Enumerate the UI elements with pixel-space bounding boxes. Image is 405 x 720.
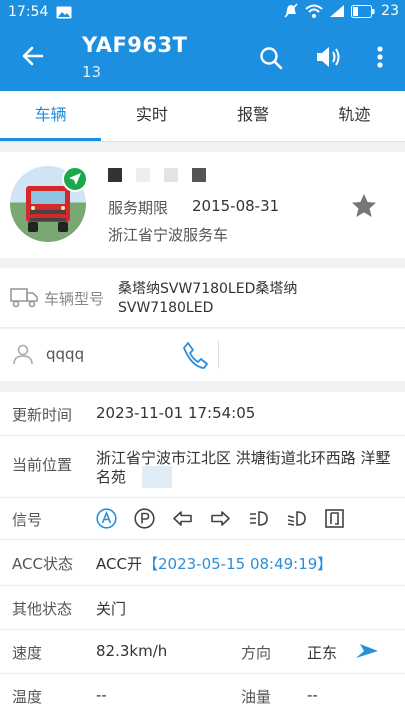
signal-icons xyxy=(96,508,345,529)
parking-icon xyxy=(134,508,155,529)
tab-track[interactable]: 轨迹 xyxy=(304,91,405,141)
acc-value: ACC开 xyxy=(96,555,142,573)
search-icon[interactable] xyxy=(258,45,284,71)
user-icon xyxy=(13,344,33,365)
page-subtitle: 13 xyxy=(82,63,102,81)
driver-row: qqqq xyxy=(0,329,405,381)
divider xyxy=(218,341,219,369)
tab-bar: 车辆 实时 报警 轨迹 xyxy=(0,91,405,142)
tab-alarm[interactable]: 报警 xyxy=(203,91,304,141)
service-period-label: 服务期限 xyxy=(108,199,169,217)
acc-label: ACC状态 xyxy=(12,555,73,573)
signal-label: 信号 xyxy=(12,511,43,529)
other-status-row: 其他状态 关门 xyxy=(0,586,405,630)
signal-icon xyxy=(330,5,345,17)
tab-realtime[interactable]: 实时 xyxy=(101,91,202,141)
location-label: 当前位置 xyxy=(12,456,73,474)
update-time-value: 2023-11-01 17:54:05 xyxy=(96,404,256,422)
more-icon[interactable] xyxy=(372,43,388,71)
location-value[interactable]: 浙江省宁波市江北区 洪塘街道北环西路 洋墅名苑 xyxy=(96,449,396,487)
gallery-notification-icon xyxy=(56,6,72,19)
vehicle-model-row: 车辆型号 桑塔纳SVW7180LED桑塔纳SVW7180LED xyxy=(0,268,405,328)
mask-block xyxy=(136,168,150,182)
battery-level: 23 xyxy=(381,3,399,19)
temp-oil-row: 温度 -- 油量 -- xyxy=(0,674,405,720)
back-arrow-icon[interactable] xyxy=(20,43,46,69)
signal-row: 信号 xyxy=(0,498,405,540)
temperature-label: 温度 xyxy=(12,688,43,706)
high-beam-icon xyxy=(250,511,268,526)
speed-row: 速度 82.3km/h 方向 正东 xyxy=(0,630,405,674)
locate-icon[interactable] xyxy=(62,166,88,192)
direction-arrow-icon xyxy=(356,644,378,658)
update-time-label: 更新时间 xyxy=(12,406,73,424)
speed-label: 速度 xyxy=(12,644,43,662)
page-title: YAF963T xyxy=(82,33,188,57)
right-turn-icon xyxy=(211,511,230,526)
service-period-date: 2015-08-31 xyxy=(192,197,280,215)
oil-label: 油量 xyxy=(241,688,272,706)
service-org: 浙江省宁波服务车 xyxy=(108,226,229,244)
location-row: 当前位置 浙江省宁波市江北区 洪塘街道北环西路 洋墅名苑 xyxy=(0,436,405,498)
vehicle-model-value: 桑塔纳SVW7180LED桑塔纳SVW7180LED xyxy=(118,281,298,316)
status-time: 17:54 xyxy=(8,4,49,20)
door-icon xyxy=(325,509,344,528)
owner-name-masked xyxy=(108,168,206,182)
left-turn-icon xyxy=(173,511,192,526)
mask-block xyxy=(164,168,178,182)
wifi-icon xyxy=(305,4,323,18)
direction-value: 正东 xyxy=(307,644,338,662)
oil-value: -- xyxy=(307,686,318,704)
battery-icon xyxy=(351,4,375,18)
privacy-mask xyxy=(142,466,172,488)
temperature-value: -- xyxy=(96,686,107,704)
mask-block xyxy=(108,168,122,182)
other-status-label: 其他状态 xyxy=(12,600,73,618)
truck-icon xyxy=(10,288,38,308)
vehicle-model-label: 车辆型号 xyxy=(44,290,105,308)
speed-value: 82.3km/h xyxy=(96,642,168,660)
tab-vehicle[interactable]: 车辆 xyxy=(0,91,102,141)
vehicle-details: 更新时间 2023-11-01 17:54:05 当前位置 浙江省宁波市江北区 … xyxy=(0,392,405,720)
auto-signal-icon xyxy=(96,508,117,529)
low-beam-icon xyxy=(287,511,306,526)
other-status-value: 关门 xyxy=(96,600,127,618)
vehicle-card: 服务期限 2015-08-31 浙江省宁波服务车 xyxy=(0,152,405,258)
status-bar: 17:54 23 xyxy=(0,0,405,25)
direction-label: 方向 xyxy=(241,644,272,662)
driver-name: qqqq xyxy=(46,345,85,363)
update-time-row: 更新时间 2023-11-01 17:54:05 xyxy=(0,392,405,436)
acc-time: 【2023-05-15 08:49:19】 xyxy=(143,555,333,573)
acc-row: ACC状态 ACC开 【2023-05-15 08:49:19】 xyxy=(0,540,405,586)
mute-icon xyxy=(284,3,298,18)
favorite-star-icon[interactable] xyxy=(350,192,378,220)
mask-block xyxy=(192,168,206,182)
voice-icon[interactable] xyxy=(314,43,344,71)
app-bar: YAF963T 13 xyxy=(0,25,405,91)
phone-icon[interactable] xyxy=(182,341,208,369)
